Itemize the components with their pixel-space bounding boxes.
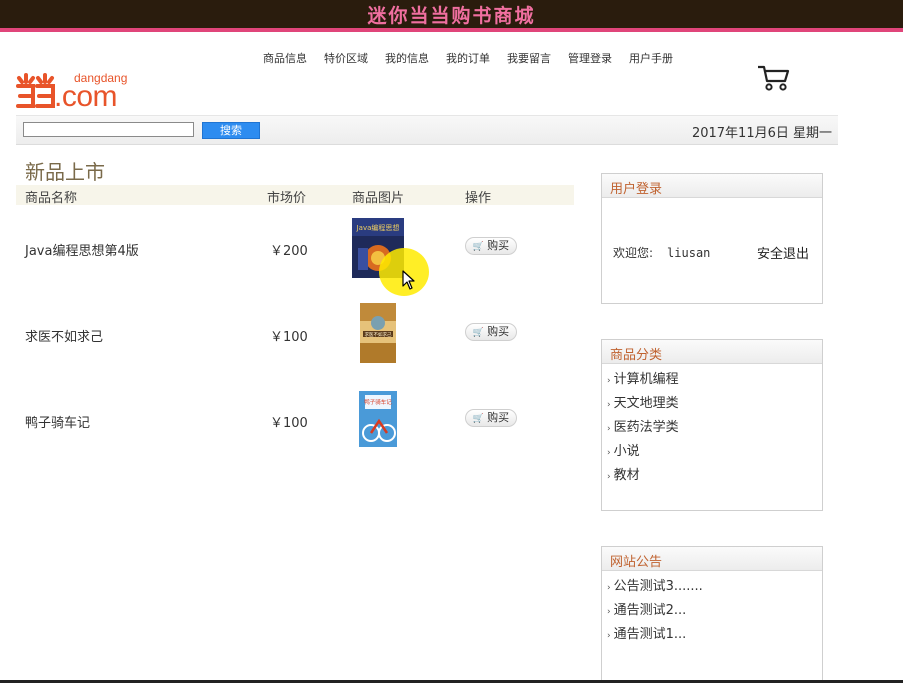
- nav-item-my-info[interactable]: 我的信息: [385, 50, 429, 66]
- username: liusan: [667, 246, 711, 260]
- user-login-panel: 用户登录 欢迎您: liusan 安全退出: [601, 173, 823, 304]
- site-title: 迷你当当购书商城: [367, 5, 536, 27]
- book-cover-title: Java编程思想: [356, 223, 400, 232]
- nav-item-admin-login[interactable]: 管理登录: [568, 50, 612, 66]
- cart-mini-icon: 🛒: [472, 242, 485, 252]
- nav-item-leave-message[interactable]: 我要留言: [507, 50, 551, 66]
- buy-button[interactable]: 🛒 购买: [465, 237, 517, 255]
- shopping-cart-icon: [758, 65, 790, 91]
- cart-button[interactable]: [757, 64, 791, 92]
- nav-item-product-info[interactable]: 商品信息: [263, 50, 307, 66]
- buy-button-label: 购买: [487, 411, 510, 424]
- book-cover-title: 求医不如求己: [365, 331, 392, 338]
- welcome-label: 欢迎您:: [613, 246, 654, 260]
- bullet-icon: ›: [607, 376, 611, 386]
- product-name[interactable]: 鸭子骑车记: [25, 412, 90, 431]
- column-header-name: 商品名称: [25, 191, 78, 206]
- book-cover-image[interactable]: 鸭子骑车记: [359, 391, 397, 447]
- product-name[interactable]: 求医不如求己: [25, 326, 103, 345]
- section-title: 新品上市: [25, 160, 105, 184]
- buy-button-label: 购买: [487, 239, 510, 252]
- search-bar: 搜索 2017年11月6日 星期一: [16, 115, 838, 145]
- mouse-pointer-icon: [402, 270, 415, 290]
- dangdang-logo[interactable]: dangdang .com: [16, 70, 140, 113]
- category-item[interactable]: › 小说: [602, 440, 822, 464]
- category-item[interactable]: › 计算机编程: [602, 368, 822, 392]
- cart-mini-icon: 🛒: [472, 328, 485, 338]
- notice-panel: 网站公告 › 公告测试3....... › 通告测试2... › 通告测试1...: [601, 546, 823, 683]
- buy-button-label: 购买: [487, 325, 510, 338]
- welcome-text: 欢迎您: liusan: [613, 244, 710, 261]
- category-label: 医药法学类: [613, 420, 679, 435]
- bullet-icon: ›: [607, 472, 611, 482]
- panel-title: 用户登录: [602, 174, 822, 198]
- bullet-icon: ›: [607, 448, 611, 458]
- category-item[interactable]: › 天文地理类: [602, 392, 822, 416]
- search-button[interactable]: 搜索: [202, 122, 260, 139]
- buy-button[interactable]: 🛒 购买: [465, 409, 517, 427]
- table-row: Java编程思想第4版 ￥200 Java编程思想 🛒 购买: [16, 214, 576, 294]
- column-header-action: 操作: [465, 191, 492, 206]
- logo-domain-text: .com: [54, 80, 118, 113]
- panel-title: 网站公告: [602, 547, 822, 571]
- search-input[interactable]: [23, 122, 194, 137]
- column-header-price: 市场价: [267, 191, 307, 206]
- current-date: 2017年11月6日 星期一: [691, 126, 832, 141]
- notice-label: 通告测试2...: [613, 603, 687, 618]
- bullet-icon: ›: [607, 631, 611, 641]
- category-panel: 商品分类 › 计算机编程 › 天文地理类 › 医药法学类 › 小说 › 教材: [601, 339, 823, 511]
- category-label: 教材: [613, 468, 640, 483]
- bullet-icon: ›: [607, 424, 611, 434]
- notice-item[interactable]: › 通告测试1...: [602, 623, 822, 647]
- category-label: 计算机编程: [613, 372, 679, 387]
- dangdang-logo-icon: [16, 73, 55, 108]
- logout-link[interactable]: 安全退出: [757, 243, 809, 262]
- product-price: ￥200: [270, 244, 308, 259]
- notice-label: 公告测试3.......: [613, 579, 703, 594]
- product-table-header: 商品名称 市场价 商品图片 操作: [16, 185, 574, 206]
- bullet-icon: ›: [607, 583, 611, 593]
- product-price: ￥100: [270, 330, 308, 345]
- column-header-image: 商品图片: [352, 191, 405, 206]
- table-row: 鸭子骑车记 ￥100 鸭子骑车记 🛒 购买: [16, 386, 576, 466]
- main-nav: 商品信息 特价区域 我的信息 我的订单 我要留言 管理登录 用户手册: [263, 50, 690, 66]
- category-item[interactable]: › 教材: [602, 464, 822, 488]
- nav-item-special-offers[interactable]: 特价区域: [324, 50, 368, 66]
- notice-label: 通告测试1...: [613, 627, 687, 642]
- book-cover-title: 鸭子骑车记: [364, 398, 392, 406]
- nav-item-user-manual[interactable]: 用户手册: [629, 50, 673, 66]
- table-row: 求医不如求己 ￥100 求医不如求己 🛒 购买: [16, 300, 576, 380]
- site-header-bar: 迷你当当购书商城: [0, 0, 903, 32]
- category-label: 小说: [613, 444, 640, 459]
- cart-mini-icon: 🛒: [472, 414, 485, 424]
- book-cover-image[interactable]: 求医不如求己: [360, 303, 396, 363]
- panel-title: 商品分类: [602, 340, 822, 364]
- bullet-icon: ›: [607, 607, 611, 617]
- product-price: ￥100: [270, 416, 308, 431]
- buy-button[interactable]: 🛒 购买: [465, 323, 517, 341]
- category-item[interactable]: › 医药法学类: [602, 416, 822, 440]
- nav-item-my-orders[interactable]: 我的订单: [446, 50, 490, 66]
- notice-item[interactable]: › 通告测试2...: [602, 599, 822, 623]
- bullet-icon: ›: [607, 400, 611, 410]
- product-name[interactable]: Java编程思想第4版: [25, 240, 139, 259]
- category-label: 天文地理类: [613, 396, 679, 411]
- notice-item[interactable]: › 公告测试3.......: [602, 575, 822, 599]
